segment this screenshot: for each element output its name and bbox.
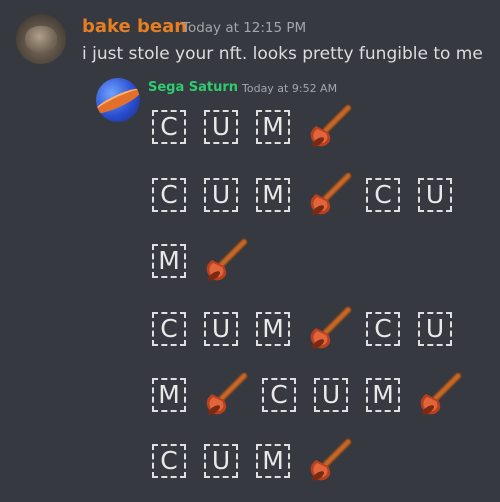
regional-letter-emoji-u[interactable]: U	[418, 178, 452, 212]
regional-letter-emoji-u[interactable]: U	[204, 178, 238, 212]
plunger-emoji-icon[interactable]	[202, 370, 250, 418]
regional-letter-emoji-u[interactable]: U	[204, 110, 238, 144]
regional-letter-emoji-c[interactable]: C	[152, 110, 186, 144]
regional-letter-emoji-m[interactable]: M	[366, 378, 400, 412]
regional-letter-emoji-u[interactable]: U	[314, 378, 348, 412]
regional-letter-emoji-m[interactable]: M	[256, 178, 290, 212]
author-name[interactable]: bake bean	[82, 16, 187, 37]
regional-letter-emoji-c[interactable]: C	[366, 178, 400, 212]
regional-letter-emoji-m[interactable]: M	[152, 378, 186, 412]
avatar-photo-icon	[25, 26, 57, 52]
plunger-emoji-icon[interactable]	[202, 236, 250, 284]
regional-letter-emoji-m[interactable]: M	[152, 244, 186, 278]
message-text: i just stole your nft. looks pretty fung…	[82, 44, 483, 64]
regional-letter-emoji-m[interactable]: M	[256, 444, 290, 478]
plunger-emoji-icon[interactable]	[416, 370, 464, 418]
regional-letter-emoji-c[interactable]: C	[366, 312, 400, 346]
regional-letter-emoji-c[interactable]: C	[152, 444, 186, 478]
message-timestamp: Today at 12:15 PM	[182, 20, 307, 36]
saturn-ring-icon	[96, 84, 140, 118]
regional-letter-emoji-m[interactable]: M	[256, 110, 290, 144]
user-avatar[interactable]	[16, 14, 66, 64]
author-name[interactable]: Sega Saturn	[148, 80, 238, 95]
plunger-emoji-icon[interactable]	[306, 304, 354, 352]
regional-letter-emoji-c[interactable]: C	[152, 312, 186, 346]
regional-letter-emoji-u[interactable]: U	[204, 444, 238, 478]
regional-letter-emoji-u[interactable]: U	[418, 312, 452, 346]
plunger-emoji-icon[interactable]	[306, 102, 354, 150]
message-timestamp: Today at 9:52 AM	[242, 82, 338, 95]
plunger-emoji-icon[interactable]	[306, 170, 354, 218]
plunger-emoji-icon[interactable]	[306, 436, 354, 484]
user-avatar[interactable]	[96, 78, 140, 122]
regional-letter-emoji-m[interactable]: M	[256, 312, 290, 346]
regional-letter-emoji-u[interactable]: U	[204, 312, 238, 346]
regional-letter-emoji-c[interactable]: C	[262, 378, 296, 412]
regional-letter-emoji-c[interactable]: C	[152, 178, 186, 212]
